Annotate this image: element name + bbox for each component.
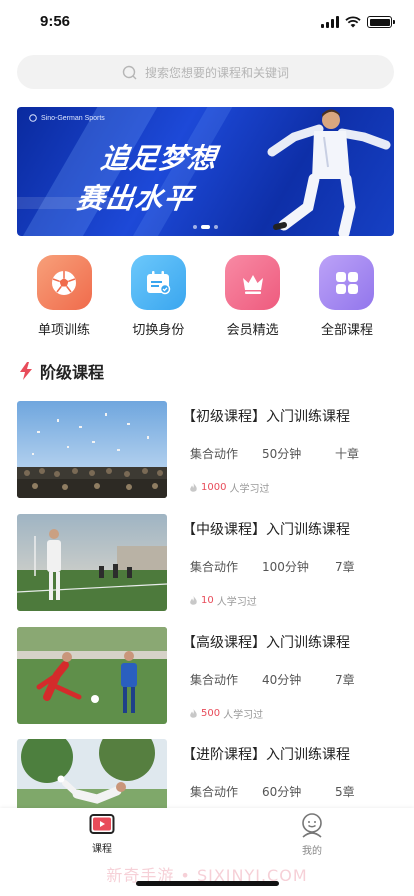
course-duration: 100分钟 bbox=[262, 560, 309, 574]
search-bar[interactable]: 搜索您想要的课程和关键词 bbox=[17, 55, 394, 89]
quick-item-member-picks[interactable]: 会员精选 bbox=[206, 255, 300, 338]
tab-label: 我的 bbox=[302, 846, 322, 857]
course-title: 【高级课程】入门训练课程 bbox=[182, 635, 350, 651]
battery-icon bbox=[367, 16, 395, 28]
wifi-icon bbox=[345, 16, 361, 28]
cellular-signal-icon bbox=[321, 16, 339, 28]
lightning-icon bbox=[20, 362, 32, 380]
course-thumbnail bbox=[17, 401, 167, 498]
course-duration: 40分钟 bbox=[262, 673, 302, 687]
calendar-icon bbox=[130, 255, 186, 310]
banner-pagination[interactable] bbox=[193, 225, 218, 229]
status-time: 9:56 bbox=[40, 13, 71, 30]
quick-item-switch-identity[interactable]: 切换身份 bbox=[111, 255, 205, 338]
promo-banner[interactable]: Sino-German Sports 追足梦想 赛出水平 bbox=[17, 107, 394, 236]
tab-label: 课程 bbox=[92, 844, 112, 855]
learners-suffix: 人学习过 bbox=[223, 710, 264, 721]
course-type: 集合动作 bbox=[190, 673, 239, 687]
quick-label: 全部课程 bbox=[320, 323, 373, 338]
fire-icon bbox=[190, 482, 197, 492]
course-thumbnail bbox=[17, 627, 167, 724]
banner-brand: Sino-German Sports bbox=[29, 114, 105, 122]
search-placeholder: 搜索您想要的课程和关键词 bbox=[144, 65, 289, 80]
banner-headline-1: 追足梦想 bbox=[98, 142, 220, 175]
learners-count: 500 bbox=[201, 708, 221, 719]
course-chapters: 十章 bbox=[335, 447, 360, 461]
profile-icon bbox=[302, 813, 322, 838]
quick-menu: 单项训练 切换身份 会员精选 全部课程 bbox=[17, 255, 394, 338]
course-item[interactable]: 【高级课程】入门训练课程 集合动作 40分钟 7章 500 人学习过 bbox=[17, 627, 397, 724]
crown-icon bbox=[225, 255, 281, 310]
soccer-ball-icon bbox=[36, 255, 92, 310]
learners-suffix: 人学习过 bbox=[216, 597, 257, 608]
section-title: 阶级课程 bbox=[40, 363, 105, 382]
course-duration: 50分钟 bbox=[262, 447, 302, 461]
section-header: 阶级课程 bbox=[19, 359, 104, 383]
fire-icon bbox=[190, 708, 197, 718]
course-chapters: 5章 bbox=[335, 785, 355, 799]
course-title: 【中级课程】入门训练课程 bbox=[182, 522, 350, 538]
course-learners: 10 人学习过 bbox=[189, 593, 257, 608]
tab-mine[interactable]: 我的 bbox=[282, 812, 342, 857]
fire-icon bbox=[190, 595, 197, 605]
course-meta: 集合动作 40分钟 7章 bbox=[190, 671, 355, 688]
quick-label: 切换身份 bbox=[132, 323, 185, 338]
course-title: 【进阶课程】入门训练课程 bbox=[182, 747, 350, 763]
grid-icon bbox=[319, 255, 375, 310]
course-meta: 集合动作 50分钟 十章 bbox=[190, 445, 359, 462]
learners-count: 10 bbox=[201, 595, 214, 606]
course-meta: 集合动作 100分钟 7章 bbox=[190, 558, 355, 575]
quick-label: 单项训练 bbox=[37, 323, 90, 338]
learners-suffix: 人学习过 bbox=[229, 484, 270, 495]
course-thumbnail bbox=[17, 514, 167, 611]
course-chapters: 7章 bbox=[335, 560, 355, 574]
status-icons bbox=[321, 16, 395, 28]
course-title: 【初级课程】入门训练课程 bbox=[182, 409, 350, 425]
course-type: 集合动作 bbox=[190, 447, 239, 461]
course-duration: 60分钟 bbox=[262, 785, 302, 799]
status-bar: 9:56 bbox=[0, 0, 414, 44]
learners-count: 1000 bbox=[201, 482, 227, 493]
soccer-player-illustration bbox=[267, 109, 391, 236]
course-learners: 500 人学习过 bbox=[189, 706, 263, 721]
quick-item-all-courses[interactable]: 全部课程 bbox=[300, 255, 394, 338]
course-type: 集合动作 bbox=[190, 785, 239, 799]
banner-headline-2: 赛出水平 bbox=[74, 182, 196, 215]
home-indicator[interactable] bbox=[136, 881, 279, 886]
course-chapters: 7章 bbox=[335, 673, 355, 687]
quick-label: 会员精选 bbox=[226, 323, 279, 338]
search-icon bbox=[122, 65, 137, 79]
course-type: 集合动作 bbox=[190, 560, 239, 574]
course-item[interactable]: 【初级课程】入门训练课程 集合动作 50分钟 十章 1000 人学习过 bbox=[17, 401, 397, 498]
brand-logo-icon bbox=[29, 114, 37, 122]
course-meta: 集合动作 60分钟 5章 bbox=[190, 783, 355, 800]
tab-courses[interactable]: 课程 bbox=[72, 812, 132, 855]
video-course-icon bbox=[89, 814, 115, 834]
quick-item-single-training[interactable]: 单项训练 bbox=[17, 255, 111, 338]
course-item[interactable]: 【中级课程】入门训练课程 集合动作 100分钟 7章 10 人学习过 bbox=[17, 514, 397, 611]
course-learners: 1000 人学习过 bbox=[189, 480, 269, 495]
